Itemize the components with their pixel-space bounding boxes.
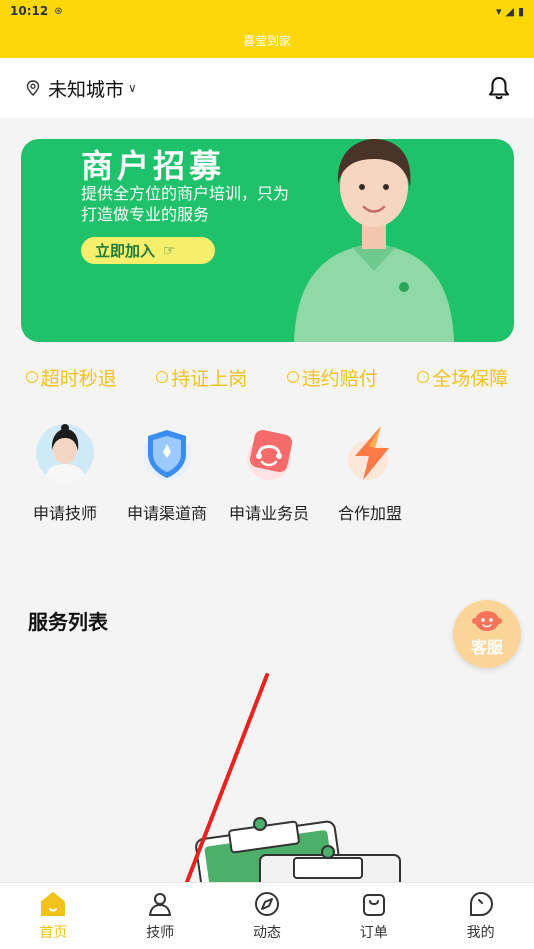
tab-technician[interactable]: 技师 (107, 883, 214, 949)
guarantee-item: 超时秒退 (25, 364, 117, 391)
technician-avatar-icon (36, 424, 94, 482)
app-title: 喜莹到家 (242, 33, 291, 48)
apply-franchise-button[interactable]: 合作加盟 (320, 424, 420, 524)
join-now-button[interactable]: 立即加入 ☞ (81, 237, 215, 264)
location-bar: 未知城市 ∨ (0, 58, 534, 118)
empty-list-illustration (195, 817, 401, 890)
location-pin-icon (26, 80, 40, 96)
app-title-bar: 喜莹到家 (0, 22, 534, 58)
status-time: 10:12 (10, 4, 49, 18)
apply-technician-button[interactable]: 申请技师 (15, 424, 115, 524)
merchant-recruit-banner[interactable]: 商户招募 提供全方位的商户培训，只为打造做专业的服务 立即加入 ☞ (21, 139, 514, 342)
bag-icon (362, 894, 385, 916)
banner-subtitle: 提供全方位的商户培训，只为打造做专业的服务 (81, 184, 290, 224)
tab-profile[interactable]: 我的 (427, 883, 534, 949)
customer-service-label: 客服 (470, 638, 503, 657)
tab-moments[interactable]: 动态 (214, 883, 321, 949)
apply-channel-button[interactable]: 申请渠道商 (117, 424, 217, 524)
customer-service-button[interactable]: 客服 (453, 600, 521, 668)
check-icon (417, 371, 430, 383)
person-icon (156, 371, 169, 383)
compass-icon (254, 892, 279, 916)
recruit-model-image (294, 139, 454, 342)
tab-label: 我的 (466, 925, 495, 941)
guarantee-label: 持证上岗 (171, 367, 248, 390)
bell-icon[interactable] (486, 75, 512, 101)
apply-label: 合作加盟 (337, 504, 402, 523)
city-selector[interactable]: 未知城市 (48, 75, 124, 102)
customer-service-face-icon (472, 611, 502, 631)
technician-icon (149, 893, 172, 916)
guarantee-label: 违约赔付 (301, 367, 378, 390)
clock-icon (25, 371, 38, 383)
tab-orders[interactable]: 订单 (320, 883, 427, 949)
lightning-icon (348, 426, 389, 480)
signal-icon: ◢ (505, 4, 514, 18)
notification-icon: ⊛ (54, 5, 63, 17)
bottom-tab-bar: 首页 技师 动态 订单 我的 (0, 882, 534, 949)
headset-icon (247, 429, 293, 480)
status-icons: ▾ ◢ ▮ (496, 5, 524, 18)
guarantee-row: 超时秒退 持证上岗 违约赔付 全场保障 (0, 362, 534, 392)
service-list-title: 服务列表 (28, 610, 108, 634)
join-now-label: 立即加入 (95, 242, 156, 260)
apply-label: 申请技师 (32, 504, 97, 523)
apply-salesperson-button[interactable]: 申请业务员 (219, 424, 319, 524)
tab-label: 动态 (252, 925, 281, 941)
battery-icon: ▮ (517, 4, 524, 18)
guarantee-item: 全场保障 (417, 364, 508, 391)
apply-label: 申请渠道商 (126, 504, 207, 523)
status-bar: 10:12 ⊛ ▾ ◢ ▮ (0, 0, 534, 22)
coin-icon (286, 371, 299, 383)
tab-label: 技师 (146, 925, 175, 941)
apply-shortcuts: 申请技师 申请渠道商 申请业务员 合作加盟 (0, 424, 534, 524)
guarantee-label: 全场保障 (432, 367, 509, 390)
guarantee-label: 超时秒退 (40, 367, 117, 390)
chevron-down-icon[interactable]: ∨ (128, 81, 137, 95)
apply-label: 申请业务员 (228, 504, 309, 523)
guarantee-item: 持证上岗 (156, 364, 247, 391)
pointing-hand-icon: ☞ (163, 242, 176, 259)
banner-title: 商户招募 (81, 147, 226, 185)
home-icon (41, 892, 66, 916)
profile-icon (469, 892, 493, 916)
shield-icon (143, 430, 191, 480)
tab-home[interactable]: 首页 (0, 883, 107, 949)
tab-label: 订单 (359, 925, 388, 941)
wifi-icon: ▾ (495, 4, 502, 18)
guarantee-item: 违约赔付 (286, 364, 378, 391)
tab-label: 首页 (39, 925, 68, 941)
